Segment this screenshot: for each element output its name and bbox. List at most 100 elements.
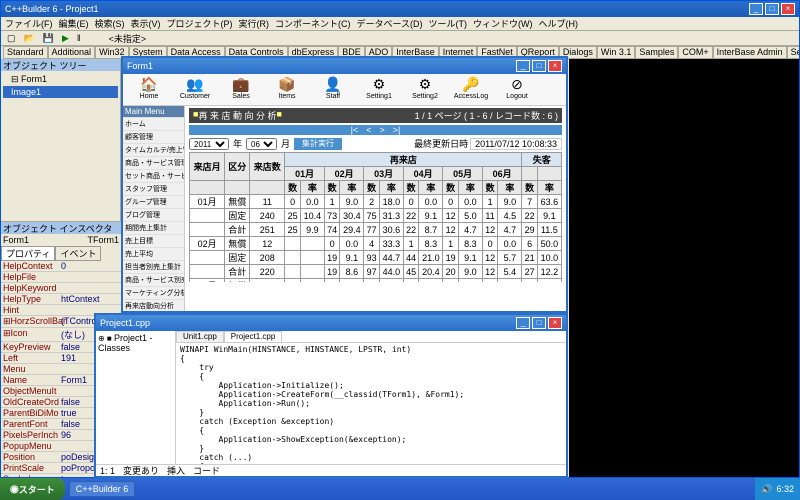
sidemenu-item[interactable]: スタッフ管理 — [123, 183, 184, 196]
code-tabs: Unit1.cppProject1.cpp — [176, 331, 566, 343]
palette-tab[interactable]: InterBase Admin — [713, 46, 787, 59]
palette-tab[interactable]: Standard — [3, 46, 48, 59]
property-row[interactable]: HelpContext0 — [1, 261, 121, 272]
sidemenu-item[interactable]: 売上平均 — [123, 248, 184, 261]
pager-button[interactable]: < — [366, 125, 371, 135]
palette-tab[interactable]: Win 3.1 — [597, 46, 636, 59]
table-row: 01月無償1100.019.0218.000.000.019.0763.6 — [190, 195, 562, 209]
start-button[interactable]: ◉ スタート — [0, 478, 65, 500]
tab-properties[interactable]: プロパティ — [1, 246, 55, 261]
minimize-button[interactable]: _ — [516, 317, 530, 329]
minimize-button[interactable]: _ — [516, 60, 530, 72]
code-editor-window: Project1.cpp _□× ⊕ ■ Project1 - Classes … — [94, 313, 568, 478]
items-button[interactable]: 📦Items — [267, 76, 307, 103]
tree-item[interactable]: Image1 — [3, 86, 118, 98]
staff-button[interactable]: 👤Staff — [313, 76, 353, 103]
property-row[interactable]: HelpFile — [1, 272, 121, 283]
pager-button[interactable]: > — [380, 125, 385, 135]
form1-window: Form1 _□× 🏠Home👥Customer💼Sales📦Items👤Sta… — [121, 56, 568, 313]
menu-item[interactable]: ヘルプ(H) — [539, 17, 579, 30]
menu-item[interactable]: 表示(V) — [131, 17, 161, 30]
maximize-button[interactable]: □ — [532, 317, 546, 329]
home-button[interactable]: 🏠Home — [129, 76, 169, 103]
sidemenu-item[interactable]: 担当者別売上集計 — [123, 261, 184, 274]
setting2-button[interactable]: ⚙Setting2 — [405, 76, 445, 103]
palette-tab[interactable]: Additional — [48, 46, 96, 59]
code-tab[interactable]: Project1.cpp — [224, 331, 282, 342]
minimize-button[interactable]: _ — [749, 3, 763, 15]
table-row: 03月無償1000.0110.0110.0110.0660.0 — [190, 279, 562, 283]
menu-item[interactable]: 実行(R) — [239, 17, 270, 30]
sidemenu-item[interactable]: 再来店動向分析 — [123, 300, 184, 311]
sidemenu-item[interactable]: マーケティング分析 — [123, 287, 184, 300]
pause-icon[interactable]: ‖ — [73, 32, 85, 45]
taskbar: ◉ スタート C++Builder 6 🔊 6:32 — [0, 478, 800, 500]
logout-button[interactable]: ⊘Logout — [497, 76, 537, 103]
accesslog-button[interactable]: 🔑AccessLog — [451, 76, 491, 103]
year-select[interactable]: 2011 — [189, 138, 229, 150]
main-menubar: ファイル(F) 編集(E) 検索(S) 表示(V) プロジェクト(P) 実行(R) コンポー… — [1, 17, 799, 31]
main-titlebar: C++Builder 6 - Project1 _ □ × — [1, 1, 799, 17]
object-tree[interactable]: ⊟ Form1 Image1 — [1, 71, 120, 100]
menu-item[interactable]: コンポーネント(C) — [275, 17, 351, 30]
side-menu: Main Menuホーム顧客管理タイムカルテ/売上管理商品・サービス管理セット商… — [123, 106, 185, 311]
table-row: 固定2402510.47330.47531.3229.1125.0114.522… — [190, 209, 562, 223]
content-title: 再 来 店 動 向 分 析 — [198, 109, 276, 122]
setting1-button[interactable]: ⚙Setting1 — [359, 76, 399, 103]
menu-item[interactable]: 検索(S) — [95, 17, 125, 30]
new-icon[interactable]: ▢ — [3, 32, 20, 45]
code-content[interactable]: WINAPI WinMain(HINSTANCE, HINSTANCE, LPS… — [176, 343, 566, 464]
app-title: C++Builder 6 - Project1 — [5, 4, 99, 14]
tree-item[interactable]: ⊟ Form1 — [3, 73, 118, 86]
maximize-button[interactable]: □ — [765, 3, 779, 15]
menu-item[interactable]: 編集(E) — [59, 17, 89, 30]
palette-tab[interactable]: Servers — [787, 46, 799, 59]
sidemenu-item[interactable]: セット商品・サービス管理 — [123, 170, 184, 183]
data-grid: 来店月区分来店数再来店失客01月02月03月04月05月06月数率数率数率数率数… — [189, 152, 562, 282]
menu-item[interactable]: ウィンドウ(W) — [473, 17, 533, 30]
sales-button[interactable]: 💼Sales — [221, 76, 261, 103]
sidemenu-item[interactable]: ブログ管理 — [123, 209, 184, 222]
table-row: 02月無償1200.0433.318.318.300.0650.0 — [190, 237, 562, 251]
sidemenu-item[interactable]: タイムカルテ/売上管理 — [123, 144, 184, 157]
oi-tabs: プロパティ イベント — [1, 246, 121, 261]
sidemenu-item[interactable]: 顧客管理 — [123, 131, 184, 144]
menu-item[interactable]: データベース(D) — [357, 17, 423, 30]
customer-button[interactable]: 👥Customer — [175, 76, 215, 103]
code-tab[interactable]: Unit1.cpp — [176, 331, 224, 342]
property-row[interactable]: HelpTypehtContext — [1, 294, 121, 305]
close-button[interactable]: × — [548, 60, 562, 72]
combo-label[interactable]: <未指定> — [105, 32, 151, 45]
menu-item[interactable]: ファイル(F) — [5, 17, 53, 30]
pager-button[interactable]: >| — [393, 125, 401, 135]
form1-title: Form1 — [127, 61, 153, 71]
sidemenu-item[interactable]: 商品・サービス別売上集計 — [123, 274, 184, 287]
palette-tab[interactable]: Samples — [635, 46, 678, 59]
run-icon[interactable]: ▶ — [58, 32, 73, 45]
sidemenu-item[interactable]: 期間売上集計 — [123, 222, 184, 235]
timestamp: 2011/07/12 10:08:33 — [470, 138, 562, 150]
oi-target[interactable]: Form1 TForm1 — [1, 234, 121, 246]
tab-events[interactable]: イベント — [55, 246, 101, 261]
menu-item[interactable]: ツール(T) — [429, 17, 468, 30]
object-tree-header: オブジェクト ツリー — [1, 59, 120, 71]
palette-tab[interactable]: COM+ — [678, 46, 712, 59]
open-icon[interactable]: 📂 — [20, 32, 39, 45]
pager-button[interactable]: |< — [351, 125, 359, 135]
maximize-button[interactable]: □ — [532, 60, 546, 72]
close-button[interactable]: × — [548, 317, 562, 329]
sidemenu-item[interactable]: 売上目標 — [123, 235, 184, 248]
save-icon[interactable]: 💾 — [39, 32, 58, 45]
sidemenu-item[interactable]: グループ管理 — [123, 196, 184, 209]
month-select[interactable]: 06 — [246, 138, 277, 150]
menu-item[interactable]: プロジェクト(P) — [167, 17, 233, 30]
sidemenu-item[interactable]: ホーム — [123, 118, 184, 131]
class-tree[interactable]: ⊕ ■ Project1 - Classes — [96, 331, 176, 464]
taskbar-item[interactable]: C++Builder 6 — [69, 481, 136, 497]
sidemenu-item[interactable]: 商品・サービス管理 — [123, 157, 184, 170]
system-tray[interactable]: 🔊 6:32 — [755, 478, 800, 500]
close-button[interactable]: × — [781, 3, 795, 15]
property-row[interactable]: HelpKeyword — [1, 283, 121, 294]
execute-button[interactable]: 集計実行 — [294, 138, 342, 150]
table-row: 合計220198.69744.04520.4209.0125.42712.2 — [190, 265, 562, 279]
